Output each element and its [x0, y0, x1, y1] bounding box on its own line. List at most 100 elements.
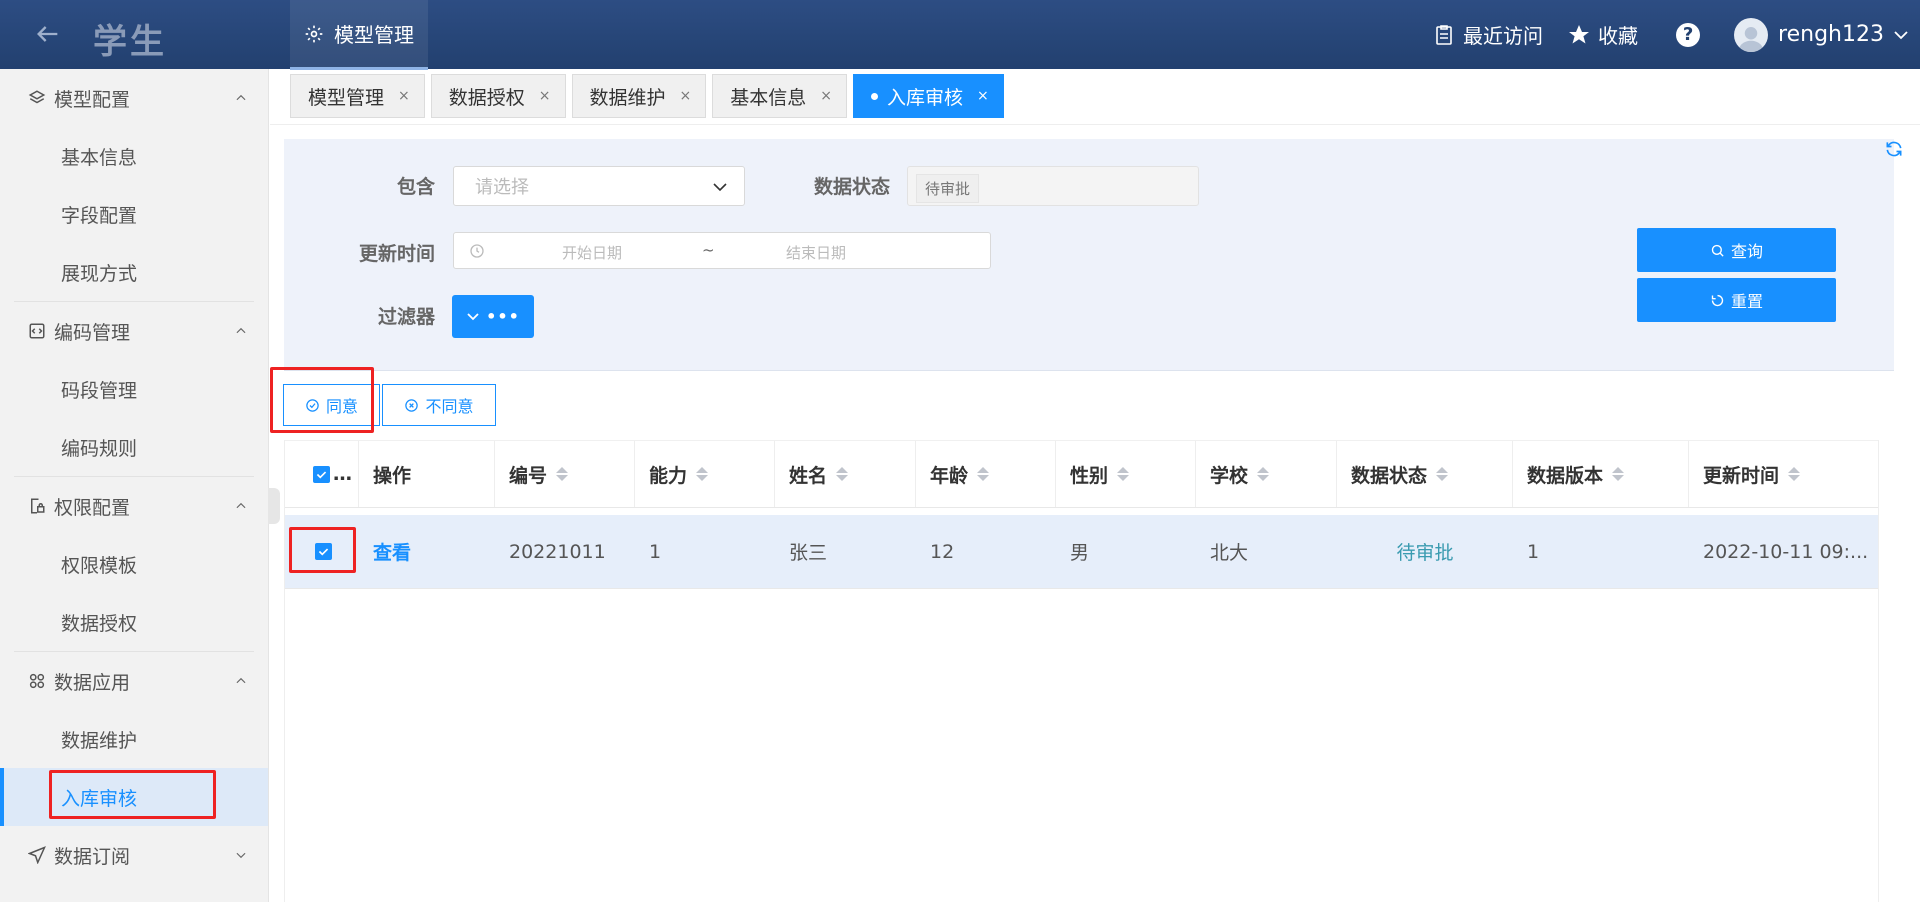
query-button[interactable]: 查询 — [1637, 228, 1836, 272]
tab-data-maintenance[interactable]: 数据维护 × — [571, 74, 707, 118]
reject-button[interactable]: 不同意 — [382, 384, 496, 426]
sidebar-group-label: 权限配置 — [54, 496, 131, 519]
sidebar-group-label: 编码管理 — [54, 321, 131, 344]
table-header: … 操作 编号 能力 姓名 年龄 性别 学校 数据状态 数据版本 更新时间 — [285, 440, 1878, 508]
contains-select[interactable]: 请选择 — [453, 166, 745, 206]
view-link[interactable]: 查看 — [373, 538, 411, 565]
avatar[interactable] — [1734, 17, 1769, 52]
column-title: 学校 — [1210, 464, 1249, 487]
sort-icon[interactable] — [1436, 467, 1449, 481]
close-icon[interactable]: × — [680, 88, 692, 104]
update-time-label: 更新时间 — [359, 243, 436, 265]
back-arrow-icon[interactable] — [34, 20, 62, 48]
chevron-down-icon[interactable] — [1892, 26, 1910, 44]
favorites-label: 收藏 — [1598, 24, 1639, 48]
sidebar-item-data-maintenance[interactable]: 数据维护 — [0, 710, 268, 768]
close-icon[interactable]: × — [539, 88, 551, 104]
sidebar-item-display-mode[interactable]: 展现方式 — [0, 243, 268, 301]
tab-bar: 模型管理 × 数据授权 × 数据维护 × 基本信息 × 入库审核 × — [290, 74, 1004, 118]
data-status-label: 数据状态 — [814, 176, 891, 198]
row-action-cell: 查看 — [359, 515, 495, 588]
column-title: 更新时间 — [1703, 464, 1780, 487]
cell-ability: 1 — [649, 540, 662, 563]
sort-icon[interactable] — [1612, 467, 1625, 481]
column-header-name[interactable]: 姓名 — [775, 441, 916, 507]
recent-visits-button[interactable]: 最近访问 — [1432, 20, 1543, 49]
column-title: 操作 — [373, 464, 412, 487]
column-title: 编号 — [509, 464, 548, 487]
send-icon — [28, 846, 46, 864]
close-icon[interactable]: × — [820, 88, 832, 104]
column-header-data-version[interactable]: 数据版本 — [1513, 441, 1689, 507]
contains-placeholder: 请选择 — [475, 177, 529, 198]
start-date-input[interactable]: 开始日期 — [562, 242, 622, 263]
username[interactable]: rengh123 — [1778, 22, 1884, 47]
tab-label: 入库审核 — [887, 86, 964, 109]
tab-storage-review[interactable]: 入库审核 × — [853, 74, 1004, 118]
sort-icon[interactable] — [1788, 467, 1801, 481]
filter-label: 过滤器 — [378, 306, 436, 328]
status-tag: 待审批 — [916, 174, 980, 203]
table-row[interactable]: 查看 20221011 1 张三 12 男 北大 待审批 1 2022-10-1… — [285, 515, 1878, 589]
sidebar-group-data-application[interactable]: 数据应用 — [0, 652, 268, 710]
tab-basic-info[interactable]: 基本信息 × — [712, 74, 847, 118]
sidebar-group-label: 模型配置 — [54, 88, 131, 111]
layers-icon — [28, 90, 46, 104]
sidebar-group-code-management[interactable]: 编码管理 — [0, 302, 268, 360]
app-title: 学生 — [93, 22, 167, 62]
sidebar-item-code-rules[interactable]: 编码规则 — [0, 418, 268, 476]
column-header-age[interactable]: 年龄 — [916, 441, 1056, 507]
date-range-picker[interactable]: 开始日期 ~ 结束日期 — [453, 232, 991, 269]
tab-data-authorization[interactable]: 数据授权 × — [430, 74, 566, 118]
top-nav-model-management[interactable]: 模型管理 — [290, 0, 428, 70]
sidebar-group-permission-config[interactable]: 权限配置 — [0, 477, 268, 535]
chevron-up-icon — [236, 677, 246, 684]
sidebar-item-basic-info[interactable]: 基本信息 — [0, 127, 268, 185]
search-icon — [1711, 244, 1724, 257]
sidebar-collapse-handle[interactable] — [268, 488, 280, 524]
favorites-button[interactable]: 收藏 — [1567, 20, 1638, 49]
sort-icon[interactable] — [556, 467, 569, 481]
tab-model-management[interactable]: 模型管理 × — [290, 74, 425, 118]
reset-button[interactable]: 重置 — [1637, 278, 1836, 322]
select-all-header: … — [285, 441, 359, 507]
close-icon[interactable]: × — [977, 88, 989, 104]
filter-dropdown-button[interactable]: ••• — [452, 295, 534, 338]
column-header-gender[interactable]: 性别 — [1056, 441, 1196, 507]
column-header-data-status[interactable]: 数据状态 — [1337, 441, 1513, 507]
cell-gender: 男 — [1070, 542, 1090, 564]
tabs-divider — [270, 124, 1920, 125]
column-header-school[interactable]: 学校 — [1196, 441, 1337, 507]
column-title: 年龄 — [930, 464, 969, 487]
chevron-up-icon — [236, 94, 246, 101]
sidebar-item-code-segment[interactable]: 码段管理 — [0, 360, 268, 418]
sort-icon[interactable] — [1257, 467, 1270, 481]
sort-icon[interactable] — [696, 467, 709, 481]
sort-icon[interactable] — [836, 467, 849, 481]
code-icon — [29, 323, 45, 339]
select-all-checkbox[interactable] — [313, 465, 330, 483]
close-circle-icon — [405, 398, 419, 412]
end-date-input[interactable]: 结束日期 — [786, 242, 846, 263]
sort-icon[interactable] — [1117, 467, 1130, 481]
tab-label: 数据授权 — [448, 86, 525, 109]
cell-update-time: 2022-10-11 09:... — [1703, 540, 1869, 563]
close-icon[interactable]: × — [398, 88, 410, 104]
contains-label: 包含 — [397, 176, 436, 198]
column-header-update-time[interactable]: 更新时间 — [1689, 441, 1878, 507]
help-icon[interactable]: ? — [1676, 22, 1701, 47]
column-header-ability[interactable]: 能力 — [635, 441, 775, 507]
sort-icon[interactable] — [977, 467, 990, 481]
sidebar-group-label: 数据订阅 — [54, 845, 131, 868]
sidebar-item-permission-template[interactable]: 权限模板 — [0, 535, 268, 593]
sidebar-item-data-authorization[interactable]: 数据授权 — [0, 593, 268, 651]
cell-school: 北大 — [1210, 542, 1249, 564]
sidebar-group-data-subscription[interactable]: 数据订阅 — [0, 826, 268, 884]
sidebar-item-field-config[interactable]: 字段配置 — [0, 185, 268, 243]
sidebar-group-model-config[interactable]: 模型配置 — [0, 69, 268, 127]
column-header-id[interactable]: 编号 — [495, 441, 635, 507]
lock-document-icon — [31, 498, 45, 514]
sidebar-group-label: 数据应用 — [54, 671, 131, 694]
column-title: 能力 — [649, 464, 688, 487]
refresh-icon[interactable] — [1884, 139, 1904, 159]
